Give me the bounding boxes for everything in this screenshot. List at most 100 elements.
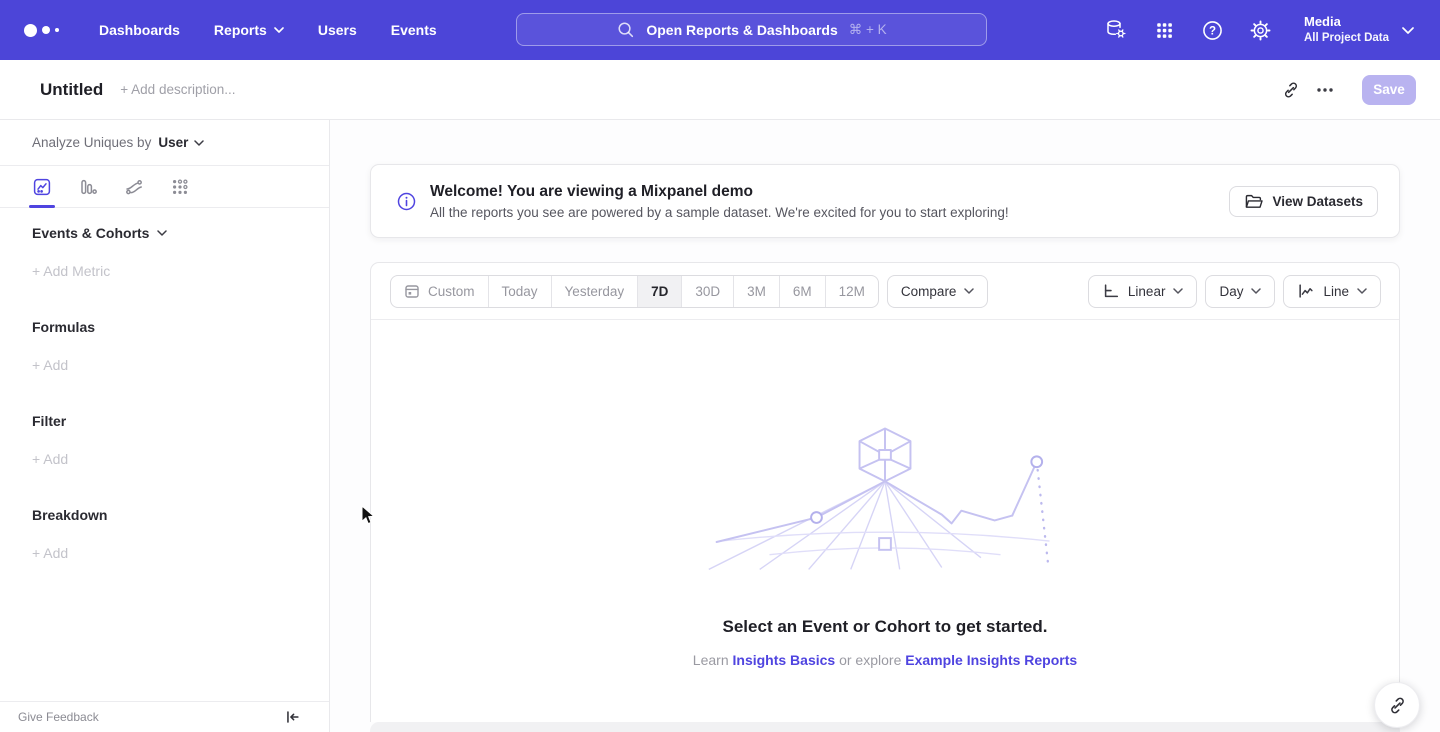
link-icon bbox=[1387, 695, 1408, 716]
empty-state-illustration bbox=[699, 422, 1071, 570]
search-placeholder: Open Reports & Dashboards bbox=[646, 22, 837, 38]
info-icon bbox=[397, 192, 416, 211]
give-feedback-link[interactable]: Give Feedback bbox=[18, 710, 99, 724]
filter-label: Filter bbox=[32, 413, 66, 429]
scale-label: Linear bbox=[1128, 284, 1166, 299]
hint-middle: or explore bbox=[839, 652, 901, 668]
help-icon[interactable]: ? bbox=[1200, 18, 1224, 42]
empty-state: Select an Event or Cohort to get started… bbox=[371, 320, 1399, 668]
date-range-custom[interactable]: Custom bbox=[391, 276, 488, 307]
date-range-7d[interactable]: 7D bbox=[637, 276, 681, 307]
chart-controls: Custom Today Yesterday 7D 30D 3M 6M 12M … bbox=[371, 263, 1399, 320]
search-icon bbox=[616, 20, 635, 39]
analyze-by-value: User bbox=[158, 135, 188, 150]
mixpanel-logo-icon[interactable] bbox=[24, 24, 59, 37]
breakdown-header: Breakdown bbox=[32, 507, 297, 523]
scale-selector[interactable]: Linear bbox=[1088, 275, 1198, 308]
share-link-fab[interactable] bbox=[1374, 682, 1420, 728]
chart-type-tabs bbox=[0, 166, 329, 208]
tab-grid-metrics[interactable] bbox=[170, 166, 190, 208]
more-options-button[interactable] bbox=[1308, 73, 1342, 107]
flow-icon bbox=[124, 177, 144, 197]
nav-reports[interactable]: Reports bbox=[214, 22, 284, 38]
chart-type-label: Line bbox=[1323, 284, 1349, 299]
line-chart-icon bbox=[1297, 282, 1315, 300]
add-breakdown-button[interactable]: + Add bbox=[32, 545, 297, 561]
report-canvas: Welcome! You are viewing a Mixpanel demo… bbox=[330, 120, 1440, 732]
apps-grid-icon[interactable] bbox=[1152, 18, 1176, 42]
chevron-down-icon bbox=[157, 230, 167, 236]
date-range-30d[interactable]: 30D bbox=[681, 276, 733, 307]
nav-users[interactable]: Users bbox=[318, 22, 357, 38]
chevron-down-icon bbox=[274, 27, 284, 33]
events-cohorts-label: Events & Cohorts bbox=[32, 225, 149, 241]
primary-nav: Dashboards Reports Users Events bbox=[99, 22, 437, 38]
date-range-yesterday[interactable]: Yesterday bbox=[551, 276, 638, 307]
tab-flow[interactable] bbox=[124, 166, 144, 208]
nav-events[interactable]: Events bbox=[391, 22, 437, 38]
chart-type-selector[interactable]: Line bbox=[1283, 275, 1381, 308]
interval-label: Day bbox=[1219, 284, 1243, 299]
calendar-icon bbox=[404, 283, 420, 299]
settings-gear-icon[interactable] bbox=[1248, 18, 1272, 42]
grid-dots-icon bbox=[170, 177, 190, 197]
insights-basics-link[interactable]: Insights Basics bbox=[733, 652, 836, 668]
compare-label: Compare bbox=[901, 284, 957, 299]
collapse-sidebar-button[interactable] bbox=[283, 708, 301, 726]
insights-chart-card: Custom Today Yesterday 7D 30D 3M 6M 12M … bbox=[370, 262, 1400, 722]
date-range-6m[interactable]: 6M bbox=[779, 276, 825, 307]
date-range-12m[interactable]: 12M bbox=[825, 276, 878, 307]
filter-header: Filter bbox=[32, 413, 297, 429]
report-header: Untitled + Add description... Save bbox=[0, 60, 1440, 120]
empty-state-hint: Learn Insights Basics or explore Example… bbox=[693, 652, 1077, 668]
date-range-3m[interactable]: 3M bbox=[733, 276, 779, 307]
interval-selector[interactable]: Day bbox=[1205, 275, 1275, 308]
banner-subtitle: All the reports you see are powered by a… bbox=[430, 205, 1229, 220]
search-shortcut: ⌘ + K bbox=[849, 22, 887, 38]
add-metric-button[interactable]: + Add Metric bbox=[32, 263, 297, 279]
empty-state-title: Select an Event or Cohort to get started… bbox=[723, 617, 1048, 637]
banner-title: Welcome! You are viewing a Mixpanel demo bbox=[430, 183, 1229, 201]
svg-text:?: ? bbox=[1208, 25, 1215, 37]
add-description-field[interactable]: + Add description... bbox=[120, 82, 235, 97]
tab-bar-chart[interactable] bbox=[78, 166, 98, 208]
folder-icon bbox=[1244, 193, 1263, 210]
query-builder-sidebar: Analyze Uniques by User bbox=[0, 120, 330, 732]
bar-chart-icon bbox=[78, 177, 98, 197]
chevron-down-icon bbox=[194, 140, 204, 146]
tab-insights-line-chart[interactable] bbox=[32, 166, 52, 208]
mixpanel-app: Dashboards Reports Users Events Open Rep… bbox=[0, 0, 1440, 732]
view-datasets-button[interactable]: View Datasets bbox=[1229, 186, 1378, 217]
chevron-down-icon bbox=[1173, 288, 1183, 294]
chevron-down-icon bbox=[1357, 288, 1367, 294]
data-management-icon[interactable] bbox=[1104, 18, 1128, 42]
project-scope: All Project Data bbox=[1304, 31, 1389, 47]
link-icon bbox=[1281, 80, 1301, 100]
linear-axis-icon bbox=[1102, 282, 1120, 300]
view-datasets-label: View Datasets bbox=[1272, 194, 1363, 209]
global-search-input[interactable]: Open Reports & Dashboards ⌘ + K bbox=[516, 13, 987, 46]
add-filter-button[interactable]: + Add bbox=[32, 451, 297, 467]
chevron-down-icon bbox=[1251, 288, 1261, 294]
events-cohorts-header[interactable]: Events & Cohorts bbox=[32, 225, 297, 241]
report-title[interactable]: Untitled bbox=[40, 80, 103, 100]
ellipsis-icon bbox=[1315, 87, 1335, 93]
chevron-down-icon bbox=[1402, 27, 1414, 34]
save-button[interactable]: Save bbox=[1362, 75, 1416, 105]
analyze-by-selector[interactable]: User bbox=[158, 135, 204, 150]
chevron-down-icon bbox=[964, 288, 974, 294]
date-range-today[interactable]: Today bbox=[488, 276, 551, 307]
copy-link-button[interactable] bbox=[1274, 73, 1308, 107]
collapse-left-icon bbox=[283, 708, 301, 726]
next-card-peek bbox=[370, 722, 1400, 732]
demo-welcome-banner: Welcome! You are viewing a Mixpanel demo… bbox=[370, 164, 1400, 238]
analyze-by-label: Analyze Uniques by bbox=[32, 135, 151, 150]
formulas-label: Formulas bbox=[32, 319, 95, 335]
nav-dashboards[interactable]: Dashboards bbox=[99, 22, 180, 38]
compare-button[interactable]: Compare bbox=[887, 275, 989, 308]
project-selector[interactable]: Media All Project Data bbox=[1304, 13, 1414, 46]
hint-prefix: Learn bbox=[693, 652, 729, 668]
add-formula-button[interactable]: + Add bbox=[32, 357, 297, 373]
project-name: Media bbox=[1304, 13, 1389, 31]
example-insights-reports-link[interactable]: Example Insights Reports bbox=[905, 652, 1077, 668]
